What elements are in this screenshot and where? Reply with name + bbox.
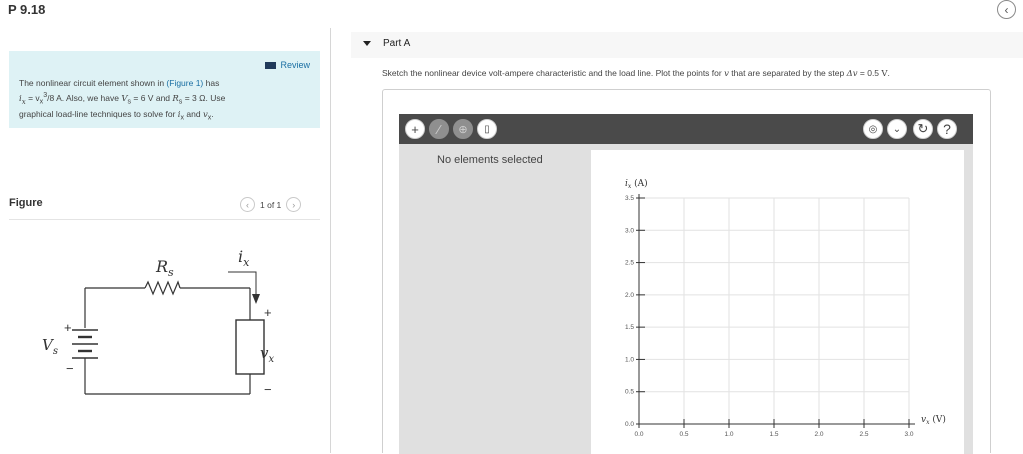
math-text: = 6 V — [131, 92, 154, 103]
rs-label-sub: s — [168, 266, 174, 279]
figure-link[interactable]: (Figure 1) — [166, 78, 203, 88]
y-tick-label: 3.0 — [625, 227, 634, 234]
graph-toolbar: + ⁄ ⊕ ▯ ◎ ⌄ ↻ ? — [399, 114, 973, 144]
x-tick-label: 2.0 — [814, 431, 823, 438]
text-segment: and — [153, 92, 173, 103]
review-label: Review — [280, 60, 310, 70]
text-segment: that are separated by the step — [728, 68, 847, 78]
circuit-diagram: Rs ix Vs vx + − + − — [42, 247, 274, 397]
vs-label-sub: s — [53, 346, 58, 357]
x-tick-label: 1.5 — [769, 431, 778, 438]
graph-workspace: No elements selected 0.0 0.5 1.0 1.5 2.0 2.5 3… — [399, 144, 973, 454]
battery-plus: + — [64, 320, 72, 335]
figure-label: Figure — [9, 197, 43, 209]
y-tick-label: 1.5 — [625, 324, 634, 331]
x-axis-label: vx (V) — [921, 414, 946, 426]
next-figure-button[interactable]: › — [286, 197, 302, 212]
plus-arrow-icon[interactable]: ⊕ — [453, 119, 473, 139]
y-tick-label: 0.5 — [625, 389, 634, 396]
lightbulb-icon[interactable]: ◎ — [863, 119, 883, 139]
graphing-tool: + ⁄ ⊕ ▯ ◎ ⌄ ↻ ? No elements selected 0.0… — [382, 89, 991, 454]
figure-pager: ‹ 1 of 1 › — [240, 197, 302, 212]
part-instruction: Sketch the nonlinear device volt-ampere … — [382, 68, 890, 79]
text-segment: graphical load-line techniques to solve … — [19, 108, 178, 119]
problem-statement: Review The nonlinear circuit element sho… — [9, 51, 320, 128]
y-axis-label: ix (A) — [625, 178, 648, 190]
text-segment: Sketch the nonlinear device volt-ampere … — [382, 68, 725, 78]
text-segment: and — [184, 108, 203, 119]
part-title: Part A — [383, 38, 411, 49]
vs-label: Vs — [42, 336, 58, 357]
slash-icon[interactable]: ⁄ — [429, 119, 449, 139]
text-segment: . Also, we have — [61, 92, 122, 103]
resistor-zigzag — [144, 280, 181, 296]
divider — [9, 219, 320, 220]
ix-label: ix — [238, 247, 250, 269]
element-minus: − — [264, 382, 272, 397]
x-tick-label: 3.0 — [904, 431, 913, 438]
element-plus: + — [264, 305, 272, 320]
text-segment: has — [203, 78, 220, 88]
vx-label: vx — [260, 344, 274, 365]
book-icon — [265, 61, 277, 69]
vx-label-sub: x — [268, 354, 274, 365]
x-tick-label: 1.0 — [724, 431, 733, 438]
chevron-down-icon[interactable]: ⌄ — [887, 119, 907, 139]
review-link[interactable]: Review — [265, 60, 310, 70]
right-panel: Part A Sketch the nonlinear device volt-… — [331, 22, 1023, 454]
math-text: /8 A — [47, 92, 62, 103]
graph-canvas[interactable]: 0.0 0.5 1.0 1.5 2.0 2.5 3.0 0.0 0.5 1.0 1.5 2.0 2.5 3… — [591, 150, 964, 454]
ix-label-sub: x — [243, 256, 250, 269]
x-tick-label: 2.5 — [859, 431, 868, 438]
pager-text: 1 of 1 — [260, 199, 282, 210]
y-tick-label: 2.0 — [625, 292, 634, 299]
trash-icon[interactable]: ▯ — [477, 119, 497, 139]
reset-icon[interactable]: ↻ — [913, 119, 933, 139]
y-tick-label: 3.5 — [625, 195, 634, 202]
rs-label-text: R — [155, 257, 168, 276]
x-tick-label: 0.5 — [679, 431, 688, 438]
top-bar: P 9.18 ‹ — [0, 0, 1023, 22]
problem-text: The nonlinear circuit element shown in (… — [19, 77, 304, 123]
text-segment: = 0.5 — [857, 68, 882, 78]
current-arrowhead — [252, 294, 260, 304]
rs-label: Rs — [155, 257, 174, 279]
math-text: = v — [25, 92, 40, 103]
math-text: = 3 Ω — [182, 92, 206, 103]
plus-icon[interactable]: + — [405, 119, 425, 139]
problem-id: P 9.18 — [8, 2, 46, 17]
math-symbol: Δv — [846, 69, 858, 79]
y-tick-label: 0.0 — [625, 421, 634, 428]
text-segment: . Use — [205, 92, 226, 103]
text-segment: The nonlinear circuit element shown in — [19, 78, 167, 88]
selection-status: No elements selected — [437, 154, 543, 166]
text-segment: . — [887, 68, 890, 78]
battery-minus: − — [66, 361, 74, 376]
caret-down-icon — [363, 41, 371, 46]
left-panel: Review The nonlinear circuit element sho… — [0, 22, 330, 453]
chart-svg[interactable]: 0.0 0.5 1.0 1.5 2.0 2.5 3.0 0.0 0.5 1.0 1.5 2.0 2.5 3… — [591, 150, 964, 454]
text-segment: . — [211, 108, 214, 119]
chevron-left-icon[interactable]: ‹ — [997, 0, 1016, 19]
current-arrow — [228, 271, 257, 296]
x-tick-label: 0.0 — [634, 431, 643, 438]
prev-figure-button[interactable]: ‹ — [240, 197, 255, 212]
help-icon[interactable]: ? — [937, 119, 957, 139]
y-tick-label: 1.0 — [625, 356, 634, 363]
y-tick-label: 2.5 — [625, 260, 634, 267]
part-header[interactable]: Part A — [351, 32, 1023, 58]
